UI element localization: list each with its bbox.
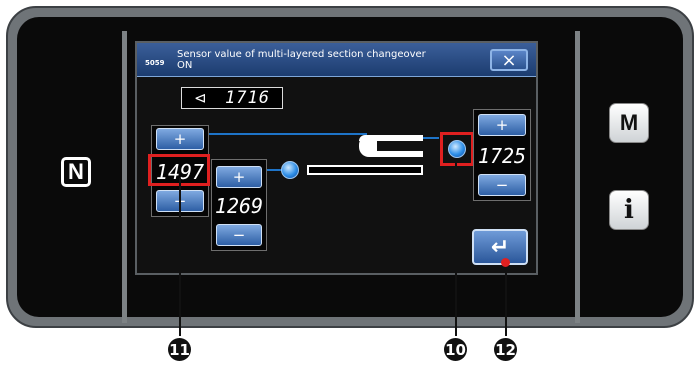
middle-minus-button[interactable]: − <box>216 224 262 246</box>
dialog-titlebar: 5059 Sensor value of multi-layered secti… <box>137 43 536 77</box>
enter-button[interactable]: ↵ <box>472 229 528 265</box>
middle-value: 1269 <box>214 194 264 218</box>
sensor-value: 1716 <box>225 88 270 108</box>
callout-12-leader <box>505 263 507 336</box>
callout-11: 11 <box>168 338 191 361</box>
screen-code: 5059 <box>145 59 165 67</box>
right-value: 1725 <box>477 144 527 168</box>
dialog-screen: 5059 Sensor value of multi-layered secti… <box>135 41 538 275</box>
info-button[interactable]: i <box>609 190 649 230</box>
callout-10: 10 <box>444 338 467 361</box>
lower-led-icon <box>281 161 299 179</box>
callout-12: 12 <box>494 338 517 361</box>
right-value-group: + 1725 − <box>473 109 531 201</box>
connector-line-right <box>423 137 439 139</box>
nfc-icon: N <box>61 157 91 187</box>
close-button[interactable]: × <box>490 49 528 71</box>
enter-pointer-dot <box>501 258 510 267</box>
sensor-icon: ⊲ <box>194 89 207 107</box>
right-plus-button[interactable]: + <box>478 114 526 136</box>
connector-line-top <box>191 133 367 135</box>
led-highlight <box>440 132 474 166</box>
enter-icon: ↵ <box>490 234 510 260</box>
close-icon: × <box>501 49 517 71</box>
right-minus-button[interactable]: − <box>478 174 526 196</box>
fork-bottom-arm <box>369 151 423 157</box>
m-button[interactable]: M <box>609 103 649 143</box>
left-plus-button[interactable]: + <box>156 128 204 150</box>
dialog-title: Sensor value of multi-layered section ch… <box>177 49 426 71</box>
callout-10-leader <box>455 158 457 336</box>
nfc-label: N <box>68 159 84 184</box>
middle-plus-button[interactable]: + <box>216 166 262 188</box>
callout-11-leader <box>179 178 181 336</box>
right-divider <box>575 31 580 323</box>
middle-value-group: + 1269 − <box>211 159 267 251</box>
left-divider <box>122 31 127 323</box>
sensor-value-display: ⊲ 1716 <box>181 87 283 109</box>
fabric-bar <box>307 165 423 175</box>
